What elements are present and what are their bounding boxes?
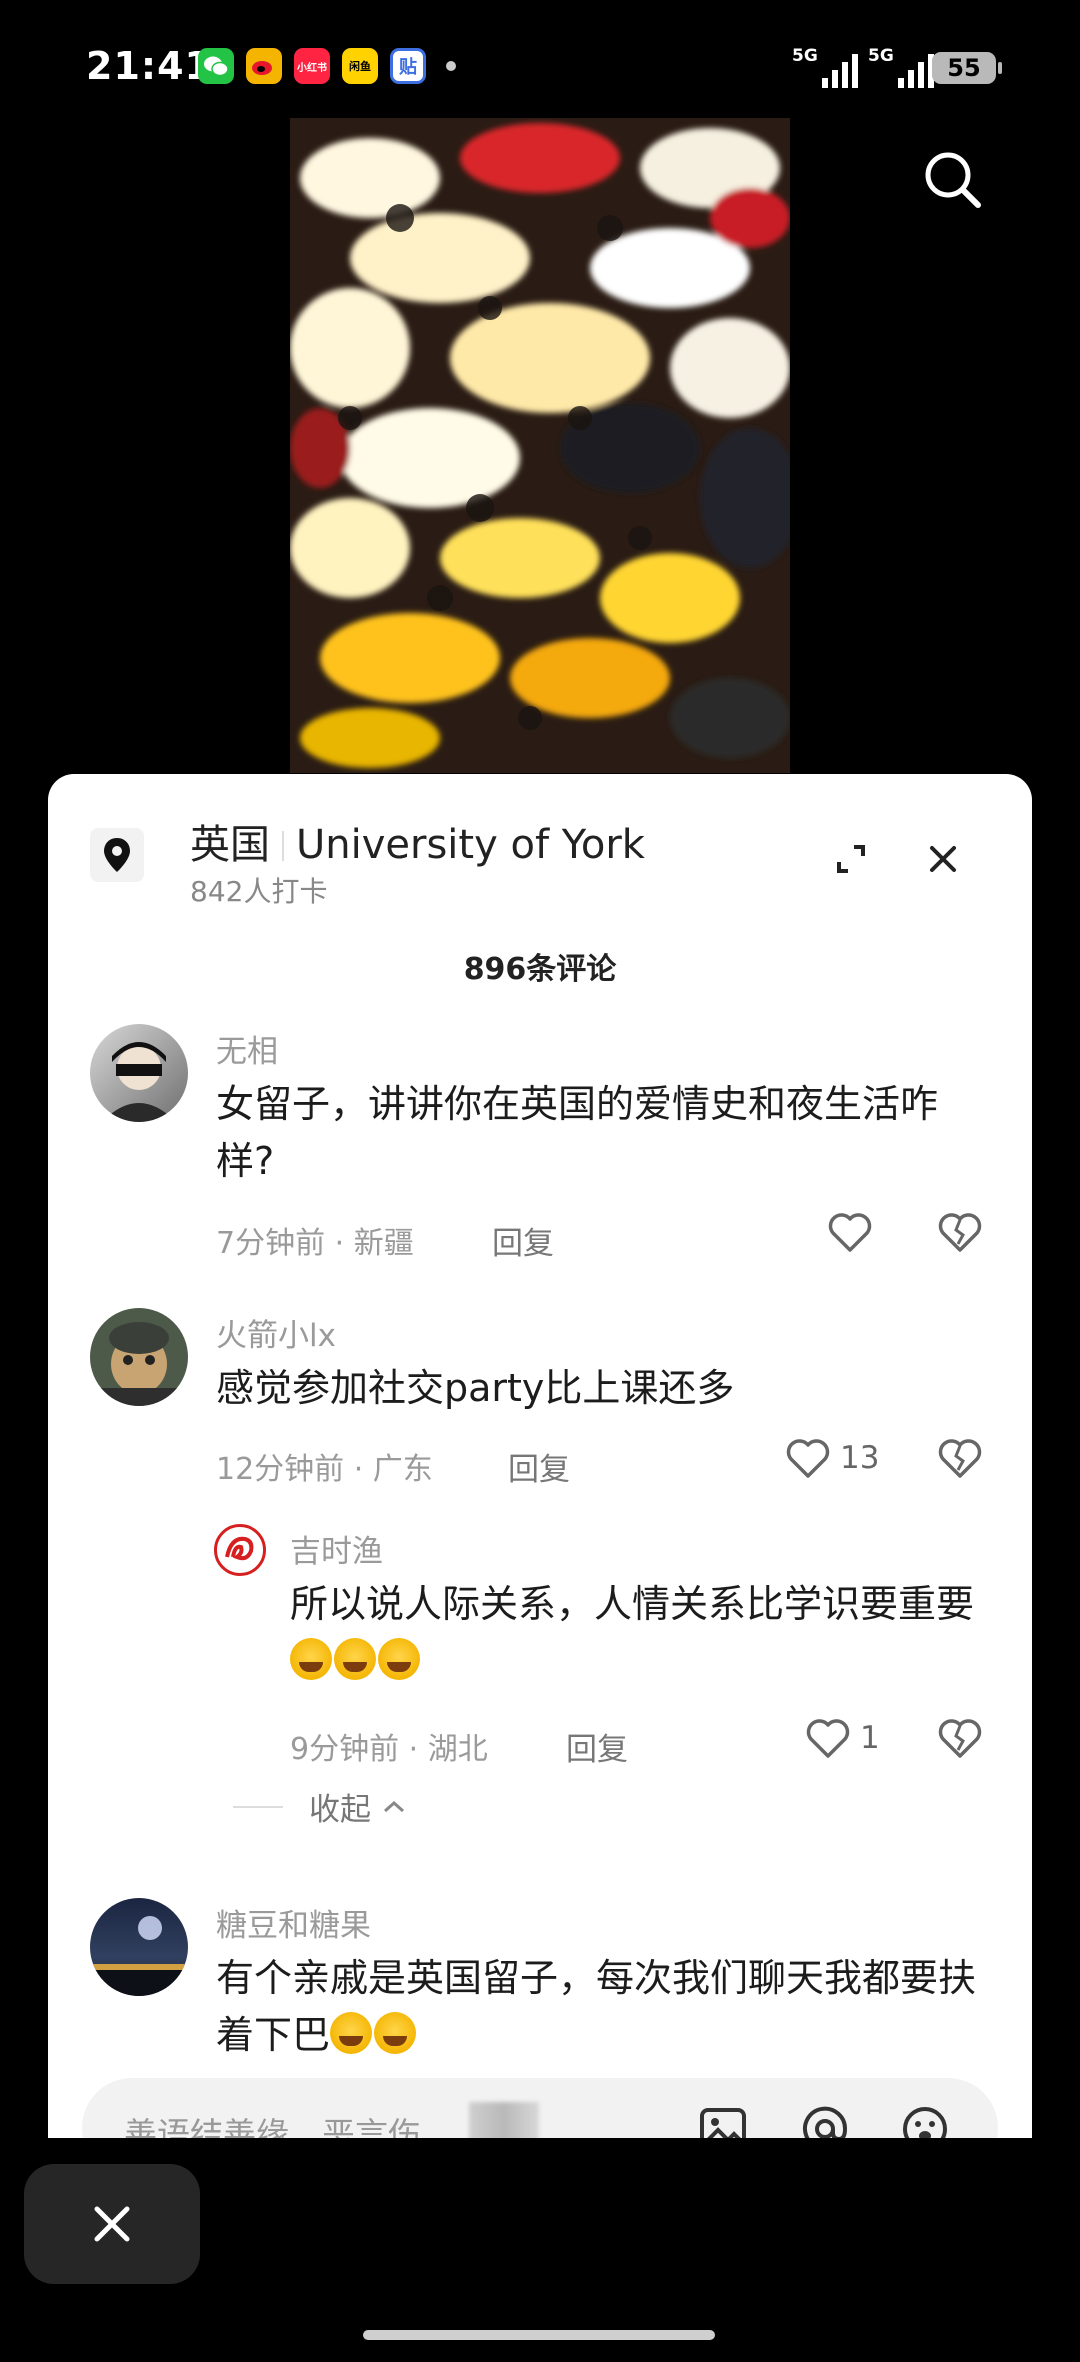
avatar[interactable]	[90, 1898, 188, 1996]
location-comment-sheet: 英国 University of York 842人打卡 896条评论 无相 女留…	[48, 774, 1032, 2138]
video-frame-image	[290, 118, 790, 773]
reply-button[interactable]: 回复	[508, 1444, 570, 1489]
comment-text: 女留子，讲讲你在英国的爱情史和夜生活咋样?	[216, 1082, 939, 1183]
thumbs-up-emoji-icon	[374, 2012, 417, 2054]
avatar[interactable]	[214, 1524, 266, 1576]
blurred-text	[469, 2102, 539, 2138]
comment-time-location: 7分钟前 · 新疆	[216, 1226, 414, 1261]
status-bar: 21:41 小红书 闲鱼 贴 5G 5G 55	[0, 0, 1080, 130]
like-count: 1	[860, 1720, 880, 1756]
comment-time-location: 12分钟前 · 广东	[216, 1452, 433, 1487]
tieba-icon: 贴	[390, 48, 426, 84]
mention-button[interactable]	[798, 2102, 852, 2138]
comment-text: 所以说人际关系，人情关系比学识要重要	[290, 1576, 1002, 1690]
like-button[interactable]: 13	[784, 1436, 879, 1480]
search-icon	[925, 152, 981, 208]
cry-laugh-emoji-icon	[330, 2012, 373, 2054]
cry-laugh-emoji-icon	[334, 1638, 376, 1680]
comment-username[interactable]: 无相	[216, 1026, 278, 1071]
comments-count: 896条评论	[463, 952, 617, 987]
reply-button[interactable]: 回复	[566, 1724, 628, 1769]
heart-icon	[806, 1719, 850, 1758]
like-button[interactable]	[826, 1210, 882, 1254]
search-button[interactable]	[918, 145, 988, 215]
battery-icon: 55	[932, 52, 1002, 84]
comment-username[interactable]: 火箭小lx	[216, 1310, 336, 1355]
wechat-icon	[198, 48, 234, 84]
expand-button[interactable]	[826, 834, 876, 884]
location-header[interactable]: 英国 University of York 842人打卡	[48, 774, 1032, 914]
chevron-up-icon	[384, 1800, 404, 1812]
broken-heart-icon	[938, 1719, 982, 1758]
emoji-icon	[903, 2107, 947, 2138]
dislike-button[interactable]	[936, 1436, 984, 1484]
collapse-replies-button[interactable]: 收起	[233, 1784, 409, 1829]
close-icon	[94, 2206, 130, 2242]
dislike-button[interactable]	[936, 1716, 984, 1764]
signal-2: 5G	[868, 46, 934, 88]
close-sheet-button[interactable]	[918, 834, 968, 884]
image-icon	[700, 2108, 746, 2138]
location-title: 英国 University of York	[190, 812, 645, 870]
weibo-icon	[246, 48, 282, 84]
like-count: 13	[840, 1440, 880, 1476]
video-player[interactable]	[290, 118, 790, 773]
comment-input-bar[interactable]: 善语结善缘，恶言伤	[82, 2078, 998, 2138]
broken-heart-icon	[938, 1439, 982, 1478]
cry-laugh-emoji-icon	[378, 1638, 420, 1680]
more-notifications-dot	[446, 61, 456, 71]
signal-bars-icon	[821, 54, 858, 88]
like-button[interactable]: 1	[804, 1716, 880, 1760]
comment-username[interactable]: 吉时渔	[290, 1526, 383, 1571]
collapse-label: 收起	[309, 1792, 371, 1828]
broken-heart-icon	[938, 1213, 982, 1252]
divider-line	[233, 1805, 283, 1808]
heart-icon	[828, 1213, 872, 1252]
reply-button[interactable]: 回复	[492, 1218, 554, 1263]
comment-username[interactable]: 糖豆和糖果	[216, 1900, 371, 1945]
emoji-button[interactable]	[898, 2102, 952, 2138]
comment-text: 有个亲戚是英国留子，每次我们聊天我都要扶着下巴	[216, 1956, 977, 2057]
comment-time-location: 9分钟前 · 湖北	[290, 1732, 488, 1767]
floating-close-button[interactable]	[24, 2164, 200, 2284]
image-button[interactable]	[696, 2102, 750, 2138]
title-divider	[282, 831, 284, 861]
at-icon	[803, 2106, 848, 2138]
cry-laugh-emoji-icon	[290, 1638, 332, 1680]
comment-text: 感觉参加社交party比上课还多	[216, 1366, 735, 1410]
xiaohongshu-icon: 小红书	[294, 48, 330, 84]
clock: 21:41	[86, 44, 212, 88]
signal-1: 5G	[792, 46, 858, 88]
avatar[interactable]	[90, 1024, 188, 1122]
dislike-button[interactable]	[936, 1210, 984, 1258]
location-name: University of York	[296, 822, 645, 868]
heart-icon	[786, 1439, 830, 1478]
yellow-app-icon: 闲鱼	[342, 48, 378, 84]
checkin-count: 842人打卡	[190, 875, 328, 908]
signal-bars-icon	[897, 54, 934, 88]
comment-input[interactable]: 善语结善缘，恶言伤	[124, 2108, 421, 2138]
expand-icon	[837, 845, 865, 873]
location-country: 英国	[190, 822, 270, 868]
close-icon	[930, 846, 956, 872]
location-pin-icon	[90, 828, 144, 882]
avatar[interactable]	[90, 1308, 188, 1406]
home-indicator[interactable]	[363, 2330, 715, 2340]
notification-icons: 小红书 闲鱼 贴	[198, 48, 456, 84]
